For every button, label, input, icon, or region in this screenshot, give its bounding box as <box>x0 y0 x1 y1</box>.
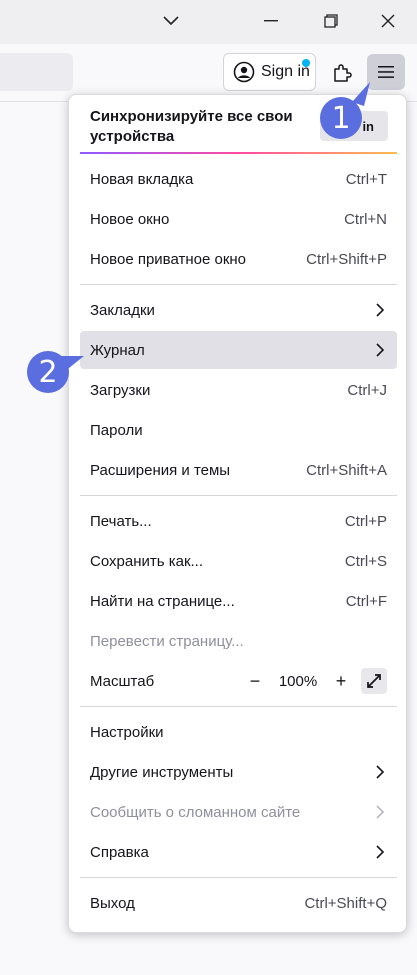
menu-item-new-tab[interactable]: Новая вкладка Ctrl+T <box>80 160 397 198</box>
menu-item-label: Выход <box>90 894 135 912</box>
sync-gradient-divider <box>80 152 397 154</box>
list-all-tabs-button[interactable] <box>154 6 188 36</box>
menu-item-shortcut: Ctrl+J <box>347 381 387 399</box>
restore-icon <box>324 14 338 28</box>
menu-item-label: Справка <box>90 843 149 861</box>
menu-separator <box>80 495 397 496</box>
menu-item-shortcut: Ctrl+F <box>345 592 387 610</box>
menu-item-shortcut: Ctrl+Shift+A <box>306 461 387 479</box>
menu-item-shortcut: Ctrl+S <box>344 552 387 570</box>
menu-item-label: Новое приватное окно <box>90 250 247 268</box>
menu-separator <box>80 284 397 285</box>
chevron-right-icon <box>373 342 387 358</box>
menu-item-more-tools[interactable]: Другие инструменты <box>80 753 397 791</box>
menu-item-label: Пароли <box>90 421 143 439</box>
notification-dot <box>302 59 310 67</box>
menu-item-translate-page: Перевести страницу... <box>80 622 397 660</box>
menu-item-shortcut: Ctrl+T <box>345 170 387 188</box>
url-bar[interactable] <box>0 53 73 91</box>
menu-item-label: Перевести страницу... <box>90 632 244 650</box>
chevron-down-icon <box>163 16 179 26</box>
menu-separator <box>80 706 397 707</box>
menu-item-label: Настройки <box>90 723 164 741</box>
menu-item-addons-themes[interactable]: Расширения и темы Ctrl+Shift+A <box>80 451 397 489</box>
menu-item-shortcut: Ctrl+Shift+Q <box>304 894 387 912</box>
title-bar <box>0 0 417 44</box>
hamburger-icon <box>378 66 394 78</box>
menu-item-label: Новая вкладка <box>90 170 194 188</box>
menu-item-label: Загрузки <box>90 381 151 399</box>
close-icon <box>381 14 395 28</box>
menu-item-label: Закладки <box>90 301 155 319</box>
zoom-out-button[interactable]: − <box>243 669 267 693</box>
fullscreen-button[interactable] <box>361 668 387 694</box>
menu-item-shortcut: Ctrl+N <box>344 210 387 228</box>
chevron-right-icon <box>373 804 387 820</box>
annotation-badge-1: 1 <box>320 97 362 139</box>
menu-item-passwords[interactable]: Пароли <box>80 411 397 449</box>
menu-item-bookmarks[interactable]: Закладки <box>80 291 397 329</box>
menu-item-downloads[interactable]: Загрузки Ctrl+J <box>80 371 397 409</box>
account-icon <box>233 61 255 83</box>
menu-item-shortcut: Ctrl+Shift+P <box>306 250 387 268</box>
menu-item-label: Расширения и темы <box>90 461 231 479</box>
menu-item-find-in-page[interactable]: Найти на странице... Ctrl+F <box>80 582 397 620</box>
menu-item-shortcut: Ctrl+P <box>344 512 387 530</box>
menu-item-quit[interactable]: Выход Ctrl+Shift+Q <box>80 884 397 922</box>
menu-item-label: Сохранить как... <box>90 552 204 570</box>
sign-in-button[interactable]: Sign in <box>223 53 316 91</box>
zoom-controls: − 100% + <box>243 662 387 700</box>
menu-item-report-broken-site: Сообщить о сломанном сайте <box>80 793 397 831</box>
menu-item-label: Найти на странице... <box>90 592 235 610</box>
menu-item-label: Сообщить о сломанном сайте <box>90 803 301 821</box>
menu-item-label: Печать... <box>90 512 152 530</box>
menu-item-settings[interactable]: Настройки <box>80 713 397 751</box>
app-menu-panel: Синхронизируйте все свои устройства in Н… <box>68 94 407 933</box>
menu-item-save-as[interactable]: Сохранить как... Ctrl+S <box>80 542 397 580</box>
zoom-reset-button[interactable]: 100% <box>267 673 329 690</box>
chevron-right-icon <box>373 302 387 318</box>
fullscreen-icon <box>367 674 381 688</box>
chevron-right-icon <box>373 764 387 780</box>
menu-item-help[interactable]: Справка <box>80 833 397 871</box>
minimize-button[interactable] <box>254 6 288 36</box>
sync-title: Синхронизируйте все свои устройства <box>90 108 293 145</box>
menu-item-label: Новое окно <box>90 210 170 228</box>
minimize-icon <box>264 20 278 22</box>
menu-item-label: Другие инструменты <box>90 763 234 781</box>
puzzle-icon <box>334 64 352 82</box>
restore-button[interactable] <box>314 6 348 36</box>
menu-item-zoom: Масштаб − 100% + <box>80 662 397 700</box>
menu-item-label: Журнал <box>90 341 145 359</box>
menu-separator <box>80 877 397 878</box>
chevron-right-icon <box>373 844 387 860</box>
menu-item-history[interactable]: Журнал <box>80 331 397 369</box>
menu-item-print[interactable]: Печать... Ctrl+P <box>80 502 397 540</box>
close-window-button[interactable] <box>371 6 405 36</box>
annotation-badge-2: 2 <box>27 351 69 393</box>
zoom-in-button[interactable]: + <box>329 669 353 693</box>
menu-item-new-window[interactable]: Новое окно Ctrl+N <box>80 200 397 238</box>
menu-item-new-private-window[interactable]: Новое приватное окно Ctrl+Shift+P <box>80 240 397 278</box>
